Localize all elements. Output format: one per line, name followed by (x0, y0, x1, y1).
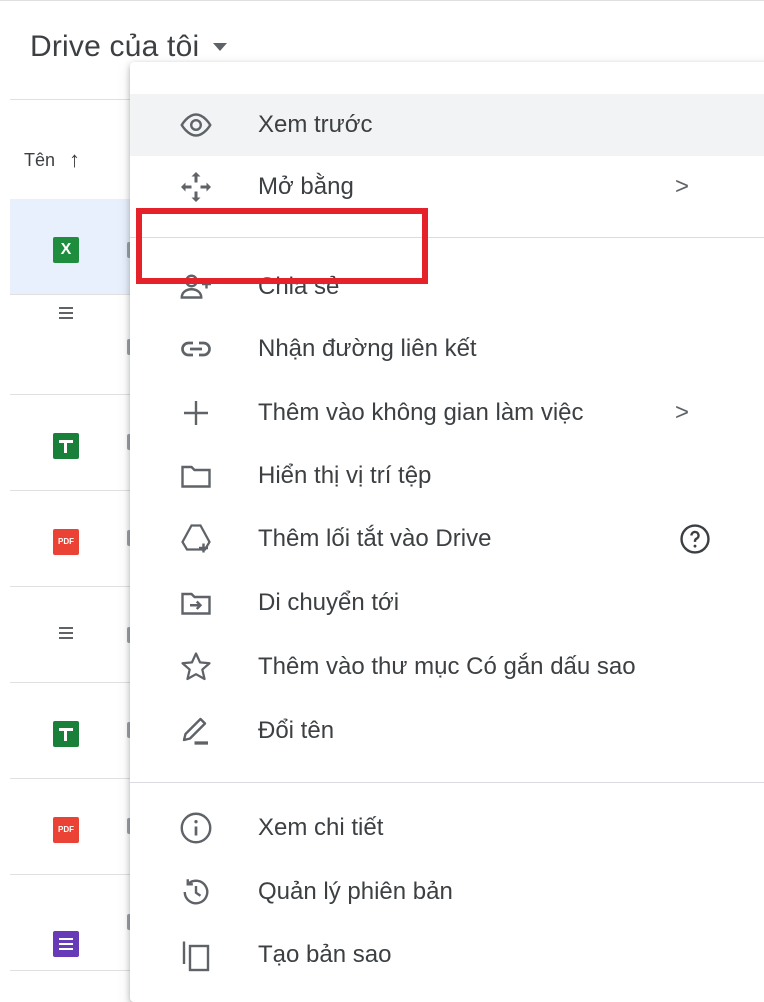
sheets-file-icon (53, 721, 79, 747)
file-row[interactable] (10, 683, 140, 779)
excel-file-icon: X (53, 237, 79, 263)
help-circle-icon[interactable] (678, 522, 712, 556)
file-row[interactable]: PDF (10, 779, 140, 875)
menu-item-label: Xem chi tiết (258, 814, 384, 841)
menu-item-add-to-workspace[interactable]: Thêm vào không gian làm việc > (130, 382, 764, 444)
drive-shortcut-icon (178, 521, 214, 557)
menu-item-add-to-starred[interactable]: Thêm vào thư mục Có gắn dấu sao (130, 636, 764, 698)
folder-icon (178, 458, 214, 494)
plus-icon (178, 395, 214, 431)
star-icon (178, 649, 214, 685)
pdf-file-icon: PDF (53, 817, 79, 843)
highlight-box (136, 208, 428, 284)
menu-item-make-copy[interactable]: Tạo bản sao (130, 924, 764, 986)
menu-item-add-shortcut[interactable]: Thêm lối tắt vào Drive (130, 508, 764, 570)
menu-item-label: Xem trước (258, 111, 373, 138)
menu-item-label: Thêm vào không gian làm việc (258, 399, 584, 426)
menu-item-label: Mở bằng (258, 173, 354, 200)
menu-item-show-file-location[interactable]: Hiển thị vị trí tệp (130, 445, 764, 507)
menu-item-manage-versions[interactable]: Quản lý phiên bản (130, 861, 764, 923)
top-divider (0, 0, 764, 1)
link-icon (178, 331, 214, 367)
menu-item-label: Nhận đường liên kết (258, 335, 477, 362)
chevron-right-icon: > (675, 399, 690, 426)
menu-item-get-link[interactable]: Nhận đường liên kết (130, 318, 764, 380)
file-row[interactable] (10, 587, 140, 683)
chevron-right-icon: > (675, 173, 690, 200)
menu-item-move-to[interactable]: Di chuyển tới (130, 572, 764, 634)
forms-file-icon (53, 931, 79, 957)
move-arrows-icon (178, 169, 214, 205)
menu-item-label: Tạo bản sao (258, 941, 392, 968)
eye-icon (178, 107, 214, 143)
page-title: Drive của tôi (30, 30, 200, 63)
menu-item-preview[interactable]: Xem trước (130, 94, 764, 156)
sort-ascending-icon: ↑ (69, 147, 81, 172)
document-file-icon (59, 307, 73, 323)
move-to-folder-icon (178, 585, 214, 621)
file-row[interactable] (10, 299, 140, 395)
menu-item-label: Thêm lối tắt vào Drive (258, 525, 492, 552)
sort-by-name-header[interactable]: Tên ↑ (24, 147, 80, 173)
pdf-file-icon: PDF (53, 529, 79, 555)
menu-divider (130, 782, 764, 783)
menu-item-label: Di chuyển tới (258, 589, 400, 616)
file-row[interactable]: X (10, 199, 140, 295)
sheets-file-icon (53, 433, 79, 459)
menu-item-label: Hiển thị vị trí tệp (258, 462, 432, 489)
copy-icon (178, 937, 214, 973)
context-menu: Xem trước Mở bằng > Chia sẻ Nhận đường l… (130, 62, 764, 1002)
history-icon (178, 874, 214, 910)
file-row[interactable]: PDF (10, 491, 140, 587)
menu-item-view-details[interactable]: Xem chi tiết (130, 797, 764, 859)
file-row[interactable] (10, 395, 140, 491)
document-file-icon (59, 627, 73, 643)
column-header-name: Tên (24, 149, 56, 170)
drive-title-dropdown[interactable]: Drive của tôi (30, 30, 228, 64)
menu-item-label: Đổi tên (258, 717, 335, 744)
info-icon (178, 810, 214, 846)
menu-item-rename[interactable]: Đổi tên (130, 700, 764, 762)
caret-down-icon (213, 43, 228, 51)
menu-item-label: Quản lý phiên bản (258, 878, 453, 905)
file-row[interactable] (10, 875, 140, 971)
pencil-icon (178, 713, 214, 749)
menu-item-label: Thêm vào thư mục Có gắn dấu sao (258, 653, 636, 680)
